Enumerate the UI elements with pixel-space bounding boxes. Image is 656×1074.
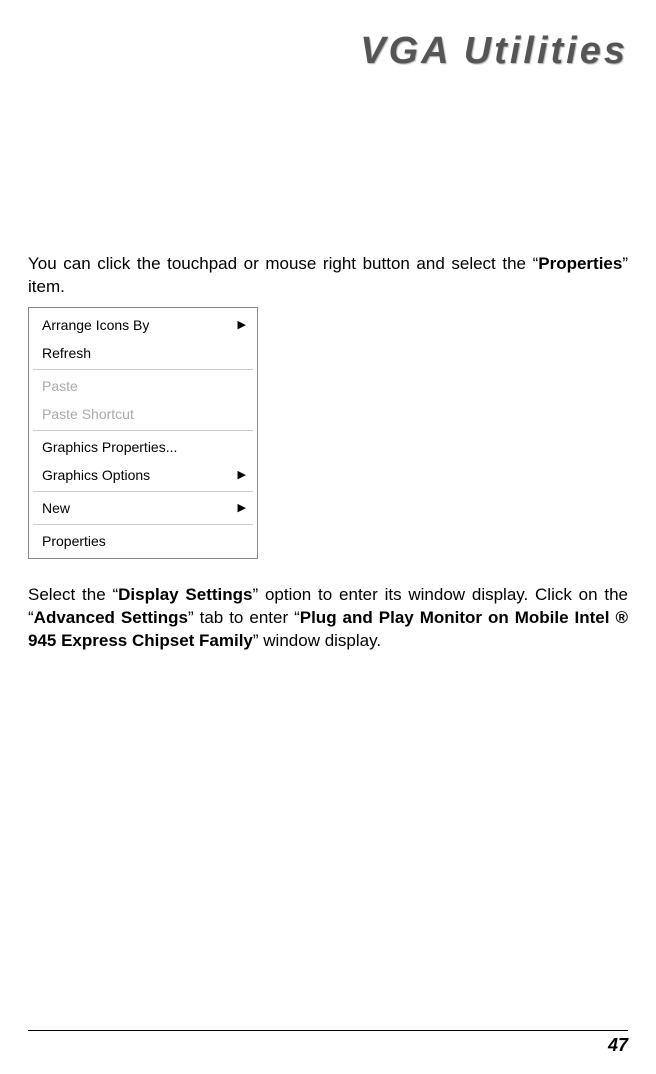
body-bold2: Advanced Settings xyxy=(34,608,188,627)
footer-divider xyxy=(28,1030,628,1031)
menu-item-new[interactable]: New ▶ xyxy=(32,494,254,522)
context-menu: Arrange Icons By ▶ Refresh Paste Paste S… xyxy=(28,307,258,559)
menu-label: Properties xyxy=(42,533,106,549)
body-paragraph: Select the “Display Settings” option to … xyxy=(28,584,628,653)
submenu-arrow-icon: ▶ xyxy=(238,468,246,481)
menu-separator xyxy=(33,491,253,492)
menu-label: Refresh xyxy=(42,345,91,361)
intro-bold: Properties xyxy=(538,254,622,273)
submenu-arrow-icon: ▶ xyxy=(238,318,246,331)
menu-item-paste: Paste xyxy=(32,372,254,400)
menu-label: Graphics Properties... xyxy=(42,439,177,455)
intro-paragraph: You can click the touchpad or mouse righ… xyxy=(28,253,628,299)
body-post: ” window display. xyxy=(253,631,381,650)
menu-item-paste-shortcut: Paste Shortcut xyxy=(32,400,254,428)
menu-label: Graphics Options xyxy=(42,467,150,483)
menu-separator xyxy=(33,524,253,525)
menu-label: Paste xyxy=(42,378,78,394)
menu-item-arrange-icons[interactable]: Arrange Icons By ▶ xyxy=(32,311,254,339)
body-bold1: Display Settings xyxy=(118,585,252,604)
page-title: VGA Utilities xyxy=(28,30,628,73)
page-number: 47 xyxy=(28,1035,628,1056)
menu-item-graphics-options[interactable]: Graphics Options ▶ xyxy=(32,461,254,489)
menu-separator xyxy=(33,369,253,370)
menu-item-graphics-properties[interactable]: Graphics Properties... xyxy=(32,433,254,461)
menu-label: New xyxy=(42,500,70,516)
intro-pre: You can click the touchpad or mouse righ… xyxy=(28,254,538,273)
menu-item-refresh[interactable]: Refresh xyxy=(32,339,254,367)
body-mid2: ” tab to enter “ xyxy=(188,608,300,627)
menu-separator xyxy=(33,430,253,431)
menu-label: Arrange Icons By xyxy=(42,317,149,333)
page-footer: 47 xyxy=(28,1030,628,1056)
menu-label: Paste Shortcut xyxy=(42,406,134,422)
submenu-arrow-icon: ▶ xyxy=(238,501,246,514)
menu-item-properties[interactable]: Properties xyxy=(32,527,254,555)
body-pre: Select the “ xyxy=(28,585,118,604)
